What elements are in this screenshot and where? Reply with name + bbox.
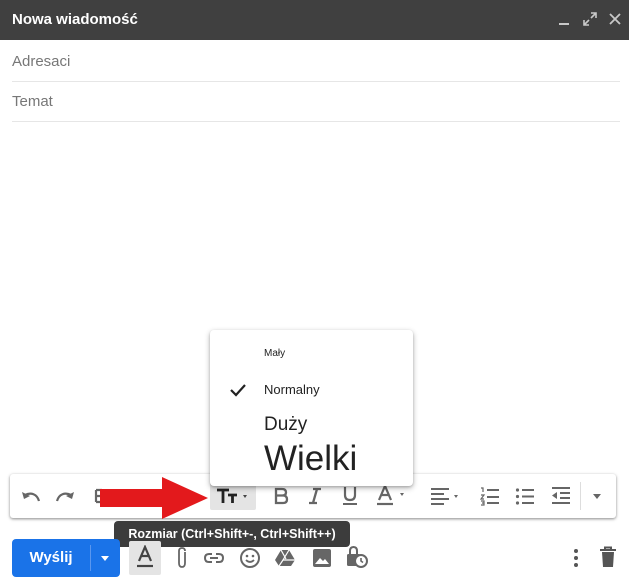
toolbar-divider — [580, 482, 581, 510]
fullscreen-icon[interactable] — [582, 11, 598, 27]
bold-icon[interactable] — [273, 487, 289, 505]
subject-placeholder: Temat — [12, 93, 53, 110]
minimize-icon[interactable] — [556, 11, 572, 27]
underline-icon[interactable] — [342, 485, 358, 507]
more-formatting-icon[interactable] — [592, 492, 602, 500]
text-size-icon[interactable] — [216, 487, 252, 505]
subject-field[interactable]: Temat — [12, 81, 620, 122]
undo-icon[interactable] — [20, 486, 42, 506]
attach-icon[interactable] — [175, 546, 189, 570]
trash-icon[interactable] — [599, 546, 617, 568]
recipients-field[interactable]: Adresaci — [12, 41, 620, 82]
red-arrow-annotation — [100, 477, 208, 519]
indent-less-icon[interactable] — [551, 486, 571, 506]
italic-icon[interactable] — [307, 487, 323, 505]
compose-titlebar: Nowa wiadomość — [0, 0, 629, 40]
size-option-huge[interactable]: Wielki — [264, 439, 357, 479]
more-options-icon[interactable] — [572, 547, 580, 569]
send-label: Wyślij — [29, 549, 73, 566]
close-icon[interactable] — [607, 11, 623, 27]
align-icon[interactable] — [430, 487, 464, 505]
size-option-large[interactable]: Duży — [264, 414, 307, 436]
drive-icon[interactable] — [274, 549, 296, 567]
photo-icon[interactable] — [312, 548, 332, 568]
recipients-placeholder: Adresaci — [12, 53, 71, 70]
size-option-small[interactable]: Mały — [264, 348, 285, 359]
text-color-icon[interactable] — [376, 485, 410, 507]
send-button[interactable]: Wyślij — [12, 539, 120, 577]
bulleted-list-icon[interactable] — [515, 486, 535, 506]
text-size-menu: Mały Normalny Duży Wielki — [210, 330, 413, 486]
redo-icon[interactable] — [54, 486, 76, 506]
size-option-normal[interactable]: Normalny — [264, 382, 320, 397]
numbered-list-icon[interactable] — [480, 486, 500, 506]
compose-title: Nowa wiadomość — [12, 11, 138, 28]
confidential-mode-icon[interactable] — [346, 545, 368, 569]
formatting-options-icon[interactable] — [135, 545, 155, 571]
schedule-send-dropdown-icon[interactable] — [91, 539, 120, 577]
link-icon[interactable] — [203, 550, 225, 566]
emoji-icon[interactable] — [239, 547, 261, 569]
check-icon — [230, 384, 246, 397]
